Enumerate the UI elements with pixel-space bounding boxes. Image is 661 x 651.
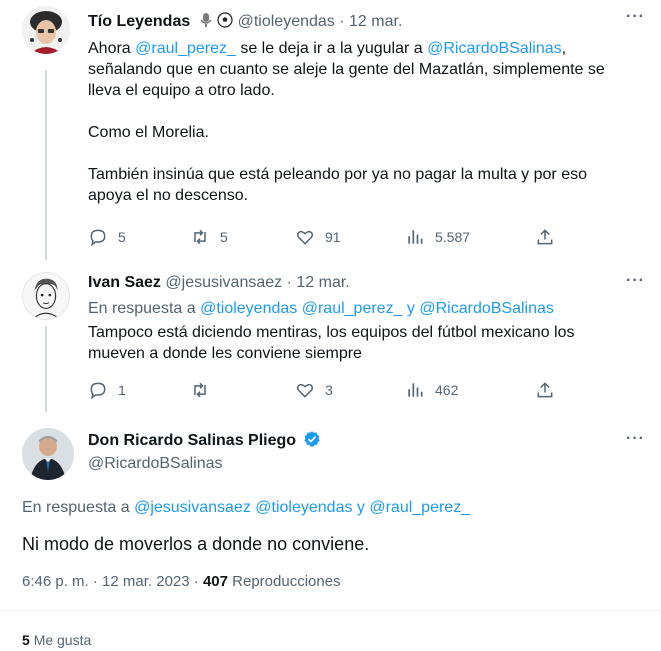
mention-link[interactable]: @raul_perez_ — [135, 40, 236, 57]
reply-icon — [90, 229, 106, 247]
view-count: 5.587 — [435, 229, 471, 245]
tweet-header: Ivan Saez @jesusivansaez · 12 mar. — [88, 274, 350, 292]
post-time[interactable]: 6:46 p. m. — [22, 573, 89, 590]
mention-link[interactable]: @raul_perez_ — [302, 300, 403, 317]
reply-icon — [90, 382, 106, 400]
separator-dot: · — [286, 274, 292, 291]
mention-link[interactable]: @RicardoBSalinas — [419, 300, 554, 317]
like-count: 91 — [325, 229, 341, 245]
separator-dot: · — [339, 13, 345, 30]
retweet-button[interactable] — [190, 380, 220, 400]
share-button[interactable] — [535, 380, 555, 400]
display-name[interactable]: Ivan Saez — [88, 274, 161, 291]
handle[interactable]: @jesusivansaez — [165, 274, 282, 291]
like-button[interactable]: 91 — [295, 227, 341, 247]
views-count: 407 — [202, 573, 228, 590]
views-button[interactable]: 462 — [405, 380, 458, 400]
microphone-icon — [199, 12, 213, 33]
separator-dot: · — [193, 573, 199, 590]
display-name[interactable]: Tío Leyendas — [88, 13, 190, 30]
handle[interactable]: @tioleyendas — [238, 13, 335, 30]
soccer-ball-icon — [217, 12, 233, 33]
share-button[interactable] — [535, 227, 555, 247]
reply-conjunction: y — [402, 300, 420, 317]
verified-badge-icon — [303, 430, 321, 453]
reply-context: En respuesta a @jesusivansaez @tioleyend… — [22, 497, 470, 518]
text-segment: se le deja ir a la yugular a — [235, 40, 428, 57]
text-line: Tampoco está diciendo mentiras, los equi… — [88, 324, 575, 341]
retweet-count: 5 — [220, 229, 228, 245]
tweet-text: Tampoco está diciendo mentiras, los equi… — [88, 322, 648, 364]
reply-context: En respuesta a @tioleyendas @raul_perez_… — [88, 298, 554, 319]
like-count: 3 — [325, 382, 333, 398]
text-line: También insinúa que está peleando por ya… — [88, 166, 587, 183]
avatar[interactable] — [22, 428, 74, 480]
retweet-button[interactable]: 5 — [190, 227, 228, 247]
reply-button[interactable]: 5 — [88, 227, 126, 247]
reply-button[interactable]: 1 — [88, 380, 126, 400]
text-line: Como el Morelia. — [88, 124, 209, 141]
text-segment: , — [561, 40, 567, 57]
reply-conjunction: y — [352, 499, 370, 516]
reply-count: 5 — [118, 229, 126, 245]
view-count: 462 — [435, 382, 459, 398]
thread-connector — [45, 70, 47, 260]
avatar[interactable] — [22, 272, 70, 320]
text-segment: Ahora — [88, 40, 136, 57]
thread-connector — [45, 326, 47, 412]
reply-prefix: En respuesta a — [22, 499, 135, 516]
like-button[interactable]: 3 — [295, 380, 333, 400]
heart-icon — [296, 230, 314, 245]
analytics-icon — [408, 383, 423, 397]
likes-summary[interactable]: 5 Me gusta — [22, 632, 91, 648]
more-options-icon[interactable]: ··· — [626, 8, 645, 26]
retweet-icon — [194, 229, 206, 245]
more-options-icon[interactable]: ··· — [626, 272, 645, 290]
tweet-meta: 6:46 p. m. · 12 mar. 2023 · 407 Reproduc… — [22, 573, 341, 590]
tweet-text: Ni modo de moverlos a donde no conviene. — [22, 534, 370, 554]
timestamp[interactable]: 12 mar. — [349, 13, 402, 30]
share-icon — [537, 382, 553, 398]
reply-prefix: En respuesta a — [88, 300, 201, 317]
mention-link[interactable]: @tioleyendas — [255, 499, 352, 516]
retweet-icon — [194, 382, 206, 398]
mention-link[interactable]: @RicardoBSalinas — [427, 40, 562, 57]
more-options-icon[interactable]: ··· — [626, 430, 645, 448]
tweet-text: Ahora @raul_perez_ se le deja ir a la yu… — [88, 38, 648, 206]
author-block: Don Ricardo Salinas Pliego @RicardoBSali… — [88, 430, 321, 473]
post-date[interactable]: 12 mar. 2023 — [102, 573, 190, 590]
views-button[interactable]: 5.587 — [405, 227, 470, 247]
text-line: mueven a donde les conviene siempre — [88, 345, 362, 362]
likes-count: 5 — [22, 632, 30, 648]
divider — [0, 610, 661, 611]
reply-count: 1 — [118, 382, 126, 398]
text-line: apoya el no descenso. — [88, 187, 249, 204]
views-label: Reproducciones — [232, 573, 341, 590]
analytics-icon — [408, 230, 423, 244]
mention-link[interactable]: @jesusivansaez — [134, 499, 251, 516]
mention-link[interactable]: @tioleyendas — [200, 300, 297, 317]
text-line: señalando que en cuanto se aleje la gent… — [88, 61, 605, 78]
display-name[interactable]: Don Ricardo Salinas Pliego — [88, 432, 296, 449]
likes-label: Me gusta — [33, 632, 92, 648]
tweet-header: Tío Leyendas @tioleyendas · 12 mar. — [88, 12, 402, 33]
mention-link[interactable]: @raul_perez_ — [369, 499, 470, 516]
text-line: lleva el equipo a otro lado. — [88, 82, 275, 99]
heart-icon — [296, 383, 314, 398]
separator-dot: · — [92, 573, 98, 590]
avatar[interactable] — [22, 6, 70, 54]
handle[interactable]: @RicardoBSalinas — [88, 455, 321, 473]
share-icon — [537, 229, 553, 245]
timestamp[interactable]: 12 mar. — [296, 274, 349, 291]
